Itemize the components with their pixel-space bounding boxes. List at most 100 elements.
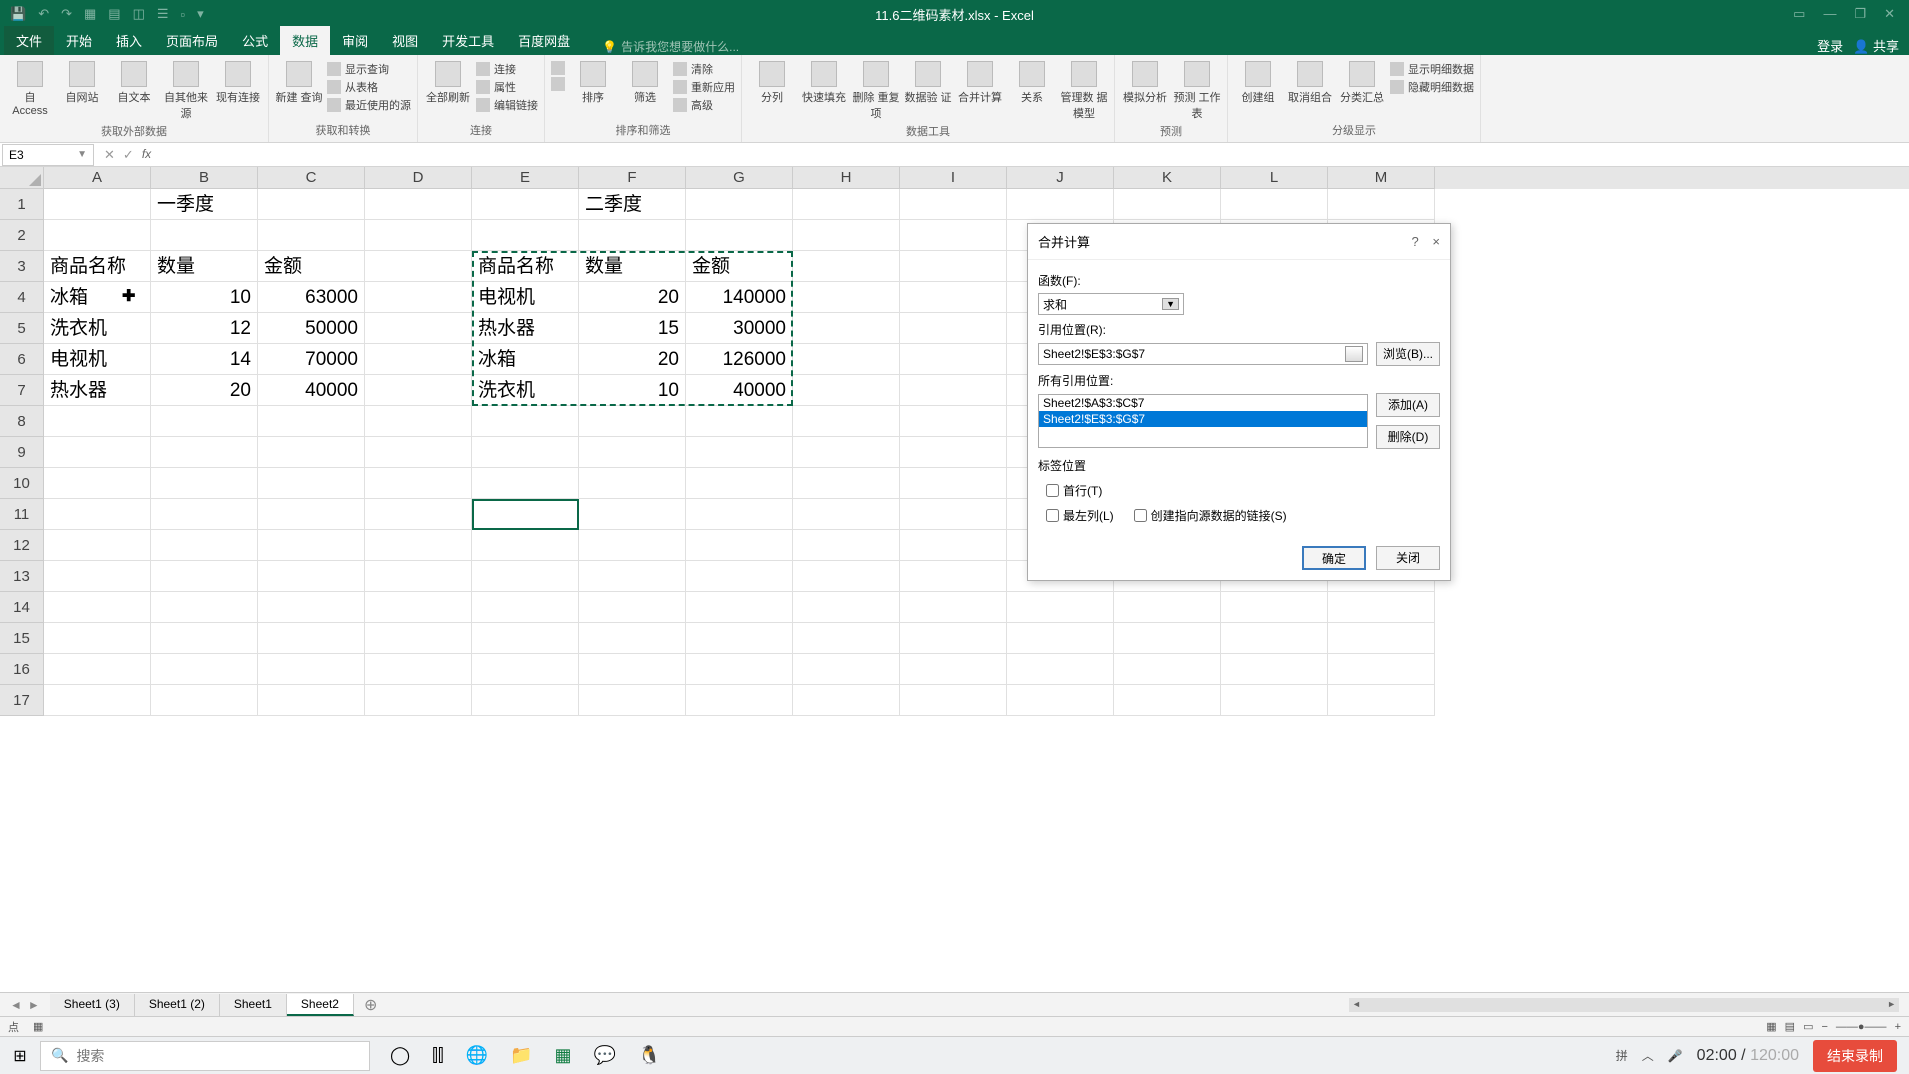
- cell[interactable]: [44, 654, 151, 685]
- cell[interactable]: [258, 685, 365, 716]
- cell[interactable]: [793, 251, 900, 282]
- cell[interactable]: [900, 685, 1007, 716]
- cell[interactable]: [793, 313, 900, 344]
- cell[interactable]: [900, 375, 1007, 406]
- cell[interactable]: 一季度: [151, 189, 258, 220]
- tab-formulas[interactable]: 公式: [230, 26, 280, 55]
- row-header[interactable]: 9: [0, 437, 44, 468]
- cell[interactable]: [1114, 592, 1221, 623]
- cell[interactable]: [579, 406, 686, 437]
- left-col-checkbox[interactable]: 最左列(L): [1046, 507, 1114, 524]
- cell[interactable]: 热水器: [44, 375, 151, 406]
- column-header[interactable]: L: [1221, 167, 1328, 189]
- cell[interactable]: [365, 251, 472, 282]
- cell[interactable]: [472, 685, 579, 716]
- cell[interactable]: [365, 654, 472, 685]
- cell[interactable]: 126000: [686, 344, 793, 375]
- cell[interactable]: [44, 685, 151, 716]
- cell[interactable]: [151, 561, 258, 592]
- cell[interactable]: [900, 468, 1007, 499]
- view-layout-icon[interactable]: ▤: [1785, 1020, 1795, 1033]
- qat-icon[interactable]: ▤: [108, 6, 120, 22]
- cell[interactable]: [1114, 654, 1221, 685]
- formula-input[interactable]: [167, 144, 1909, 166]
- dialog-close-icon[interactable]: ×: [1432, 234, 1440, 249]
- cell[interactable]: [579, 561, 686, 592]
- ribbon-options-icon[interactable]: ▭: [1793, 6, 1805, 22]
- cell[interactable]: [793, 468, 900, 499]
- column-header[interactable]: K: [1114, 167, 1221, 189]
- list-item[interactable]: Sheet2!$A$3:$C$7: [1039, 395, 1367, 411]
- cell[interactable]: [151, 468, 258, 499]
- top-row-checkbox[interactable]: 首行(T): [1046, 482, 1102, 499]
- cell[interactable]: [793, 561, 900, 592]
- cell[interactable]: [151, 437, 258, 468]
- undo-icon[interactable]: ↶: [38, 6, 49, 22]
- cell[interactable]: [793, 592, 900, 623]
- qat-icon[interactable]: ▦: [84, 6, 96, 22]
- cell[interactable]: 二季度: [579, 189, 686, 220]
- cell[interactable]: [793, 282, 900, 313]
- cell[interactable]: [472, 437, 579, 468]
- cell[interactable]: 15: [579, 313, 686, 344]
- cell[interactable]: 商品名称: [44, 251, 151, 282]
- sheet-tab[interactable]: Sheet1 (2): [135, 994, 220, 1016]
- ime-icon[interactable]: 拼: [1616, 1047, 1628, 1064]
- cell[interactable]: [1114, 189, 1221, 220]
- qat-icon[interactable]: ▫: [181, 7, 186, 22]
- taskbar-app-icon[interactable]: ⫿⫿: [432, 1045, 444, 1066]
- cell[interactable]: [900, 561, 1007, 592]
- sort-button[interactable]: 排序: [569, 61, 617, 105]
- share-button[interactable]: 👤 共享: [1853, 36, 1899, 55]
- subtotal-button[interactable]: 分类汇总: [1338, 61, 1386, 105]
- cell[interactable]: [151, 685, 258, 716]
- cell[interactable]: [365, 220, 472, 251]
- edge-icon[interactable]: 🌐: [466, 1045, 488, 1066]
- zoom-out-icon[interactable]: −: [1821, 1021, 1827, 1033]
- cell[interactable]: [793, 623, 900, 654]
- cell[interactable]: [579, 592, 686, 623]
- create-links-checkbox[interactable]: 创建指向源数据的链接(S): [1134, 507, 1287, 524]
- cell[interactable]: [579, 468, 686, 499]
- cell[interactable]: [900, 530, 1007, 561]
- cell[interactable]: [258, 530, 365, 561]
- ungroup-button[interactable]: 取消组合: [1286, 61, 1334, 105]
- row-header[interactable]: 2: [0, 220, 44, 251]
- tell-me-search[interactable]: 💡 告诉我您想要做什么...: [582, 38, 739, 55]
- wechat-icon[interactable]: 💬: [594, 1045, 616, 1066]
- cell[interactable]: 电视机: [44, 344, 151, 375]
- qat-icon[interactable]: ☰: [157, 6, 169, 22]
- cell[interactable]: 50000: [258, 313, 365, 344]
- cell[interactable]: [1114, 623, 1221, 654]
- redo-icon[interactable]: ↷: [61, 6, 72, 22]
- what-if-button[interactable]: 模拟分析: [1121, 61, 1169, 105]
- cell[interactable]: [258, 406, 365, 437]
- row-header[interactable]: 13: [0, 561, 44, 592]
- cell[interactable]: [151, 406, 258, 437]
- cell[interactable]: 冰箱: [44, 282, 151, 313]
- list-item[interactable]: Sheet2!$E$3:$G$7: [1039, 411, 1367, 427]
- cell[interactable]: [1328, 685, 1435, 716]
- add-sheet-icon[interactable]: ⊕: [354, 995, 387, 1015]
- zoom-in-icon[interactable]: +: [1895, 1021, 1901, 1033]
- cell[interactable]: [793, 685, 900, 716]
- column-header[interactable]: A: [44, 167, 151, 189]
- forecast-button[interactable]: 预测 工作表: [1173, 61, 1221, 121]
- cell[interactable]: [365, 468, 472, 499]
- relationships-button[interactable]: 关系: [1008, 61, 1056, 105]
- cell[interactable]: [44, 592, 151, 623]
- cell[interactable]: [686, 685, 793, 716]
- cell[interactable]: [1221, 592, 1328, 623]
- cell[interactable]: [44, 437, 151, 468]
- cell[interactable]: [1328, 189, 1435, 220]
- column-header[interactable]: E: [472, 167, 579, 189]
- cell[interactable]: [579, 499, 686, 530]
- cell[interactable]: [44, 561, 151, 592]
- column-header[interactable]: F: [579, 167, 686, 189]
- cell[interactable]: 金额: [258, 251, 365, 282]
- group-button[interactable]: 创建组: [1234, 61, 1282, 105]
- qat-icon[interactable]: ◫: [133, 6, 145, 22]
- row-header[interactable]: 12: [0, 530, 44, 561]
- cell[interactable]: [900, 499, 1007, 530]
- row-header[interactable]: 3: [0, 251, 44, 282]
